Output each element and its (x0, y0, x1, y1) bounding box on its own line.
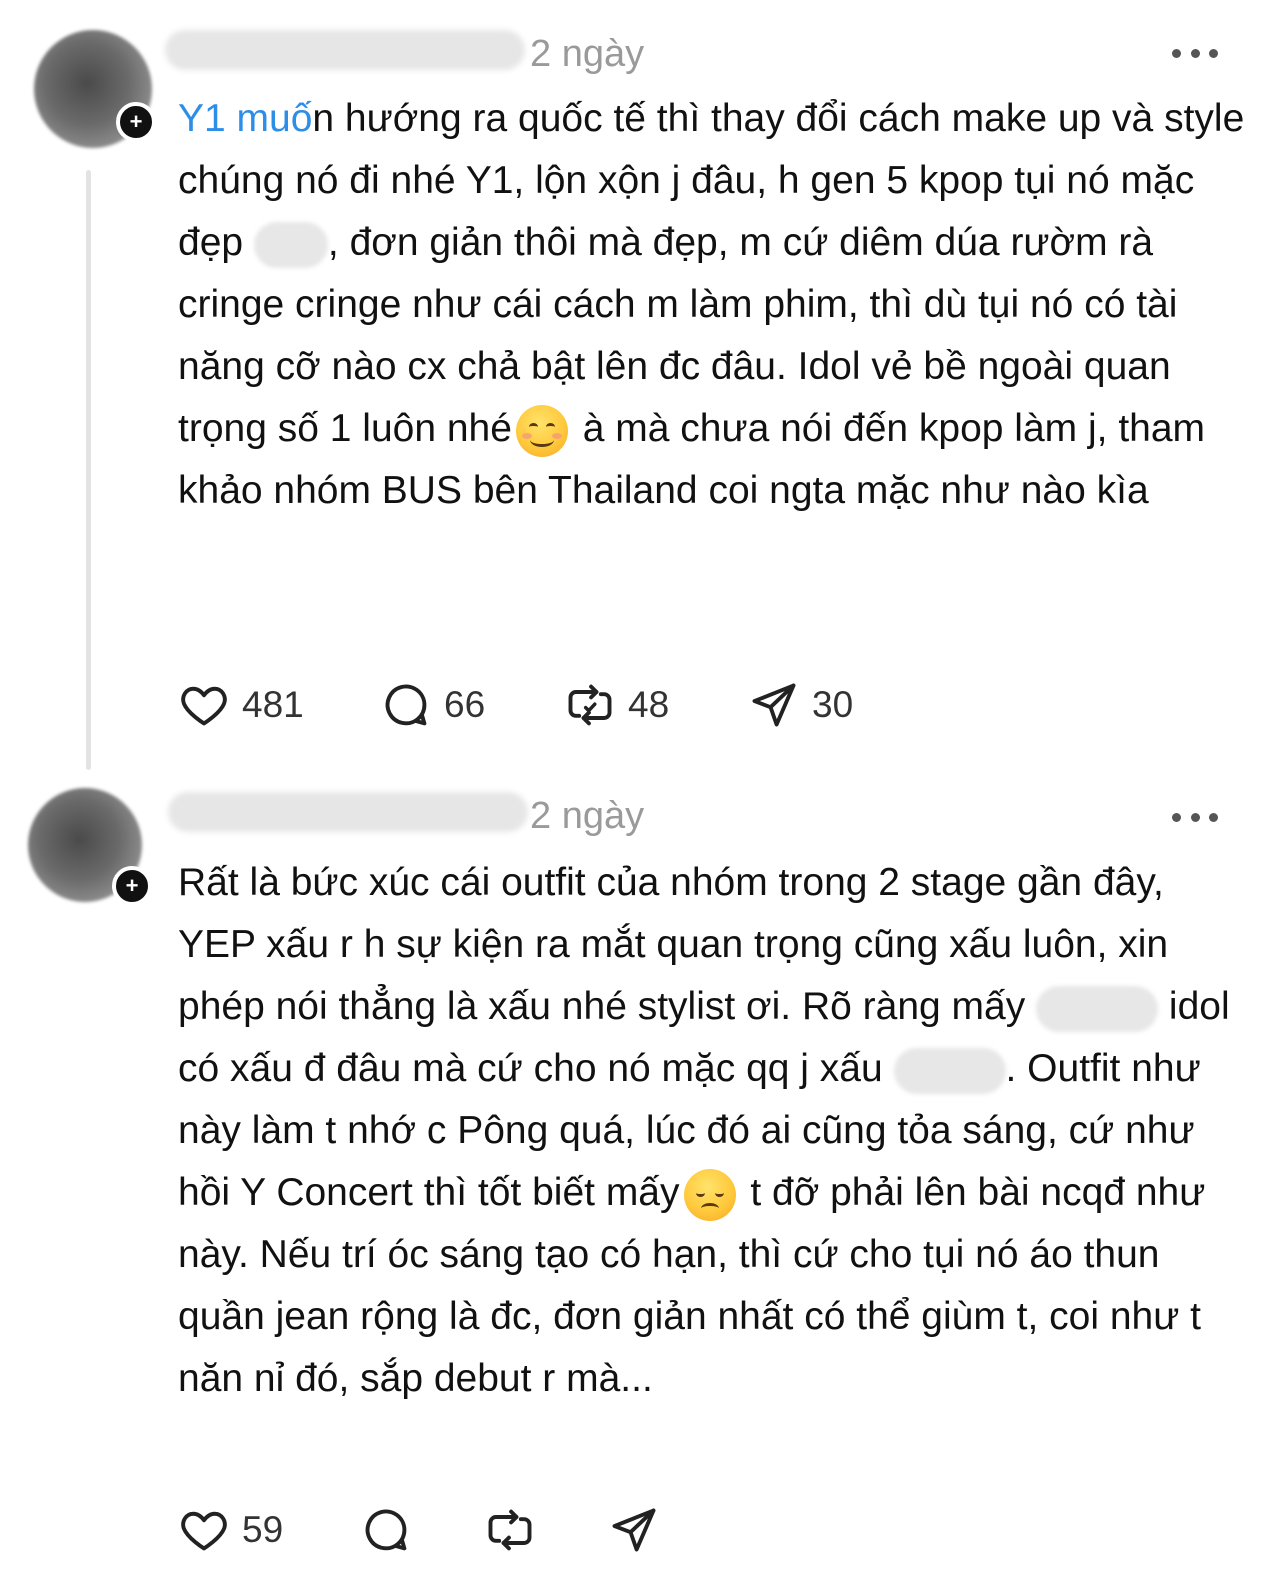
timestamp: 2 ngày (530, 33, 645, 75)
redacted-word (253, 221, 328, 268)
like-button[interactable]: 59 (178, 1502, 283, 1558)
share-button[interactable] (608, 1502, 660, 1558)
repost-icon (568, 684, 612, 726)
username[interactable]: username (165, 30, 525, 70)
redacted-word (1036, 985, 1159, 1032)
post-text: Y1 muốn hướng ra quốc tế thì thay đổi cá… (178, 88, 1248, 522)
repost-count: 48 (628, 684, 670, 725)
repost-icon (488, 1509, 532, 1551)
post-text-part-1: Rất là bức xúc cái outfit của nhóm trong… (178, 861, 1179, 1028)
share-icon (752, 683, 796, 727)
pensive-face-emoji (683, 1168, 736, 1221)
reply-button[interactable]: 66 (380, 677, 485, 733)
post-actions: 59 (178, 1502, 698, 1558)
follow-plus-icon[interactable]: + (116, 102, 156, 142)
comment-icon (385, 684, 427, 726)
like-button[interactable]: 481 (178, 677, 304, 733)
username[interactable]: username (168, 792, 528, 832)
comment-icon (365, 1509, 407, 1551)
smiling-face-emoji (515, 404, 568, 457)
follow-plus-icon[interactable]: + (112, 866, 152, 906)
thread-post-1: + username 2 ngày Y1 muốn hướng ra quốc … (0, 0, 1284, 770)
redacted-word (893, 1047, 1006, 1094)
share-count: 30 (812, 684, 854, 725)
heart-icon (181, 1511, 227, 1551)
thread-post-2: + username 2 ngày Rất là bức xúc cái out… (0, 770, 1284, 1595)
reply-button[interactable] (360, 1502, 412, 1558)
more-icon[interactable] (1172, 46, 1218, 60)
timestamp: 2 ngày (530, 795, 645, 837)
thread-line (86, 170, 91, 770)
mention-link[interactable]: Y1 muố (178, 97, 312, 140)
share-icon (612, 1508, 656, 1552)
like-count: 481 (242, 684, 304, 725)
post-text: Rất là bức xúc cái outfit của nhóm trong… (178, 852, 1248, 1410)
post-actions: 481 66 48 30 (178, 677, 878, 733)
repost-button[interactable] (484, 1502, 536, 1558)
share-button[interactable]: 30 (748, 677, 853, 733)
repost-button[interactable]: 48 (564, 677, 669, 733)
heart-icon (181, 686, 227, 726)
reply-count: 66 (444, 684, 486, 725)
more-icon[interactable] (1172, 810, 1218, 824)
like-count: 59 (242, 1509, 284, 1550)
